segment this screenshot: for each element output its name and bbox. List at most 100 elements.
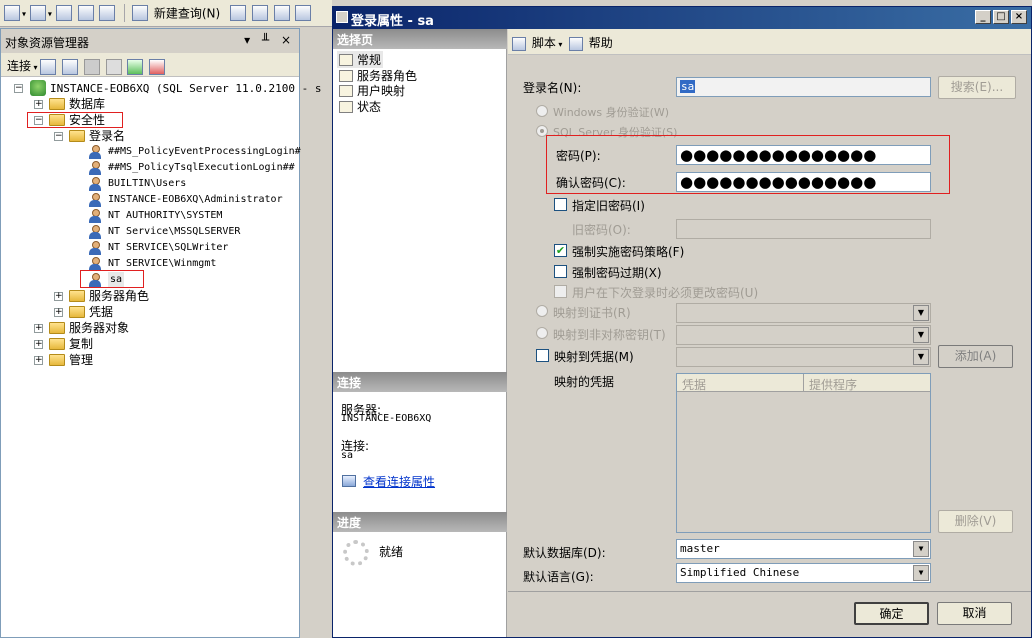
main-toolbar: ▾ ▾ 新建查询(N) bbox=[0, 0, 332, 27]
login-name-input[interactable]: sa bbox=[676, 77, 931, 97]
object-explorer-toolbar: 连接 ▾ bbox=[1, 53, 299, 77]
refresh-icon[interactable] bbox=[127, 58, 144, 75]
new-query-icon[interactable] bbox=[132, 5, 148, 21]
map-cert-radio[interactable] bbox=[536, 305, 548, 317]
remove-button[interactable]: 删除(V) bbox=[938, 510, 1013, 533]
default-database-label: 默认数据库(D): bbox=[523, 546, 606, 560]
default-language-select[interactable]: Simplified Chinese ▼ bbox=[676, 563, 931, 583]
mapped-credentials-grid[interactable]: 凭据 提供程序 bbox=[676, 373, 931, 533]
expand-icon[interactable]: + bbox=[34, 340, 43, 349]
add-button[interactable]: 添加(A) bbox=[938, 345, 1013, 368]
script-button[interactable]: 脚本 bbox=[532, 36, 556, 50]
query-icon-4[interactable] bbox=[295, 5, 312, 21]
enforce-expiration-checkbox[interactable] bbox=[554, 265, 567, 278]
new-query-button[interactable]: 新建查询(N) bbox=[154, 7, 220, 21]
tree-login-item[interactable]: ##MS_PolicyTsqlExecutionLogin## bbox=[108, 160, 295, 176]
folder-icon bbox=[69, 290, 85, 302]
chevron-down-icon[interactable]: ▼ bbox=[913, 541, 929, 557]
expand-icon[interactable]: + bbox=[34, 100, 43, 109]
progress-spinner-icon bbox=[343, 540, 369, 566]
login-user-icon bbox=[88, 241, 102, 255]
map-credential-checkbox[interactable] bbox=[536, 349, 549, 362]
col-credential-header[interactable]: 凭据 bbox=[677, 374, 804, 392]
query-icon-1[interactable] bbox=[230, 5, 246, 21]
tree-login-item[interactable]: INSTANCE-EOB6XQ\Administrator bbox=[108, 192, 283, 208]
folder-icon bbox=[49, 98, 65, 110]
must-change-checkbox[interactable] bbox=[554, 285, 567, 298]
map-cert-select[interactable]: ▼ bbox=[676, 303, 931, 323]
expand-icon[interactable]: + bbox=[34, 324, 43, 333]
default-database-select[interactable]: master ▼ bbox=[676, 539, 931, 559]
tree-login-item[interactable]: BUILTIN\Users bbox=[108, 176, 186, 192]
tree-login-item[interactable]: NT AUTHORITY\SYSTEM bbox=[108, 208, 222, 224]
page-status[interactable]: 状态 bbox=[339, 98, 381, 115]
tree-login-item[interactable]: NT Service\MSSQLSERVER bbox=[108, 224, 240, 240]
tree-login-item[interactable]: NT SERVICE\SQLWriter bbox=[108, 240, 228, 256]
close-icon[interactable]: × bbox=[1011, 10, 1027, 24]
filter-icon[interactable] bbox=[105, 58, 122, 75]
query-icon-3[interactable] bbox=[273, 5, 290, 21]
help-icon bbox=[568, 36, 583, 51]
connect-button[interactable]: 连接 bbox=[7, 59, 31, 73]
map-credential-label: 映射到凭据(M) bbox=[554, 350, 634, 364]
delete-icon[interactable] bbox=[149, 58, 166, 75]
map-cert-label: 映射到证书(R) bbox=[553, 306, 631, 320]
page-icon bbox=[339, 70, 353, 82]
maximize-icon[interactable]: □ bbox=[993, 10, 1009, 24]
cancel-button[interactable]: 取消 bbox=[937, 602, 1012, 625]
map-asym-key-select[interactable]: ▼ bbox=[676, 325, 931, 345]
tree-databases[interactable]: 数据库 bbox=[69, 96, 105, 112]
tree-management[interactable]: 管理 bbox=[69, 352, 93, 368]
query-icon-2[interactable] bbox=[251, 5, 268, 21]
tree-server-root[interactable]: INSTANCE-EOB6XQ (SQL Server 11.0.2100 - … bbox=[50, 81, 322, 97]
tree-credentials[interactable]: 凭据 bbox=[89, 304, 113, 320]
folder-icon bbox=[69, 306, 85, 318]
dialog-left-panel: 选择页 常规 服务器角色 用户映射 状态 连接 服务器: INSTANCE-EO… bbox=[333, 29, 507, 637]
specify-old-password-label: 指定旧密码(I) bbox=[572, 199, 645, 213]
add-item-icon[interactable] bbox=[29, 5, 46, 21]
connect-icon[interactable] bbox=[40, 58, 57, 75]
connection-properties-icon bbox=[342, 475, 356, 487]
old-password-input[interactable] bbox=[676, 219, 931, 239]
connection-value: sa bbox=[341, 450, 354, 461]
stop-icon[interactable] bbox=[83, 58, 100, 75]
expand-icon[interactable]: + bbox=[34, 356, 43, 365]
map-credential-select[interactable]: ▼ bbox=[676, 347, 931, 367]
expand-icon[interactable]: + bbox=[54, 292, 63, 301]
tree-login-item[interactable]: ##MS_PolicyEventProcessingLogin# bbox=[108, 144, 301, 160]
map-asym-key-radio[interactable] bbox=[536, 327, 548, 339]
enforce-policy-checkbox[interactable]: ✔ bbox=[554, 244, 567, 257]
tree-logins[interactable]: 登录名 bbox=[89, 128, 125, 144]
collapse-icon[interactable]: − bbox=[14, 84, 23, 93]
chevron-down-icon: ▼ bbox=[913, 327, 929, 343]
tree-server-roles[interactable]: 服务器角色 bbox=[89, 288, 149, 304]
expand-icon[interactable]: + bbox=[54, 308, 63, 317]
enforce-expiration-label: 强制密码过期(X) bbox=[572, 266, 662, 280]
help-button[interactable]: 帮助 bbox=[589, 36, 613, 50]
ok-button[interactable]: 确定 bbox=[854, 602, 929, 625]
open-file-icon[interactable] bbox=[55, 5, 72, 21]
chevron-down-icon[interactable]: ▼ bbox=[913, 565, 929, 581]
page-icon bbox=[339, 85, 353, 97]
save-icon[interactable] bbox=[77, 5, 94, 21]
folder-icon bbox=[69, 130, 85, 142]
panel-controls[interactable]: ▾ ╨ × bbox=[244, 33, 295, 47]
connection-header: 连接 bbox=[333, 372, 507, 392]
tree-server-objects[interactable]: 服务器对象 bbox=[69, 320, 129, 336]
page-general[interactable]: 常规 bbox=[337, 51, 384, 68]
view-connection-properties-link[interactable]: 查看连接属性 bbox=[363, 473, 435, 490]
dialog-title-bar: 登录属性 - sa _ □ × bbox=[333, 7, 1031, 29]
specify-old-password-checkbox[interactable] bbox=[554, 198, 567, 211]
save-all-icon[interactable] bbox=[99, 5, 116, 21]
page-user-mapping[interactable]: 用户映射 bbox=[339, 82, 405, 99]
tree-replication[interactable]: 复制 bbox=[69, 336, 93, 352]
new-project-icon[interactable] bbox=[4, 5, 20, 21]
minimize-icon[interactable]: _ bbox=[975, 10, 991, 24]
col-provider-header[interactable]: 提供程序 bbox=[804, 374, 930, 392]
disconnect-icon[interactable] bbox=[61, 58, 78, 75]
highlight-box bbox=[80, 270, 144, 288]
search-button[interactable]: 搜索(E)... bbox=[938, 76, 1016, 99]
windows-auth-radio[interactable] bbox=[536, 105, 548, 117]
collapse-icon[interactable]: − bbox=[54, 132, 63, 141]
object-explorer-panel: 对象资源管理器 ▾ ╨ × 连接 ▾ − INSTANCE-EOB6XQ (SQ… bbox=[0, 28, 322, 638]
